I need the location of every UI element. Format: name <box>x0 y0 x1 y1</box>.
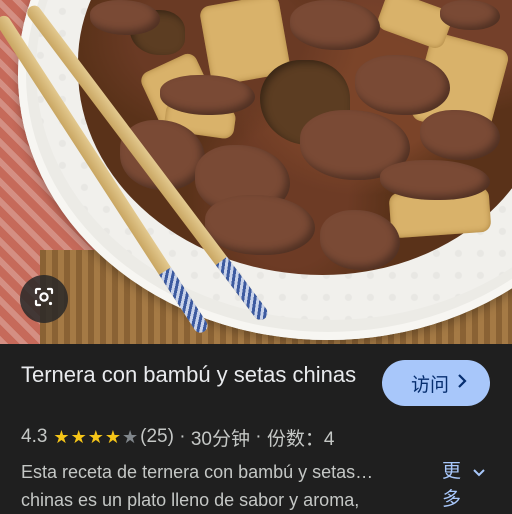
star-icon: ★ <box>53 427 70 447</box>
more-label: 多 <box>442 489 462 510</box>
star-icon: ★ <box>104 427 121 447</box>
star-icon: ★ <box>87 427 104 447</box>
chevron-down-icon <box>473 458 485 486</box>
beef-slice <box>440 0 500 30</box>
description-line: Esta receta de ternera con bambú y setas… <box>21 462 374 482</box>
beef-slice <box>90 0 160 35</box>
recipe-description: Esta receta de ternera con bambú y setas… <box>21 458 431 514</box>
star-icon: ★ <box>121 427 139 447</box>
beef-slice <box>160 75 255 115</box>
separator: · <box>173 426 191 447</box>
recipe-title[interactable]: Ternera con bambú y setas chinas <box>21 360 361 390</box>
beef-slice <box>380 160 490 200</box>
servings: 份数：4 <box>266 428 335 450</box>
rating-value: 4.3 <box>21 426 48 447</box>
review-count: (25) <box>140 426 174 447</box>
separator: · <box>249 426 267 447</box>
google-lens-icon <box>32 285 56 314</box>
recipe-meta: 4.3 ★ ★ ★ ★ ★ (25) · 30分钟 · 份数：4 <box>21 425 335 450</box>
cook-time: 30分钟 <box>190 428 250 450</box>
google-lens-button[interactable] <box>20 275 68 323</box>
chevron-right-icon <box>457 372 467 394</box>
visit-button-label: 访问 <box>410 374 449 396</box>
more-button[interactable]: 更 多 <box>442 458 494 514</box>
rating-stars: ★ ★ ★ ★ ★ <box>53 428 138 446</box>
visit-button[interactable]: 访问 <box>382 360 490 406</box>
dish-photo[interactable] <box>0 0 512 344</box>
star-icon: ★ <box>70 427 87 447</box>
description-line: chinas es un plato lleno de sabor y arom… <box>21 490 360 510</box>
more-label: 更 <box>442 461 462 482</box>
